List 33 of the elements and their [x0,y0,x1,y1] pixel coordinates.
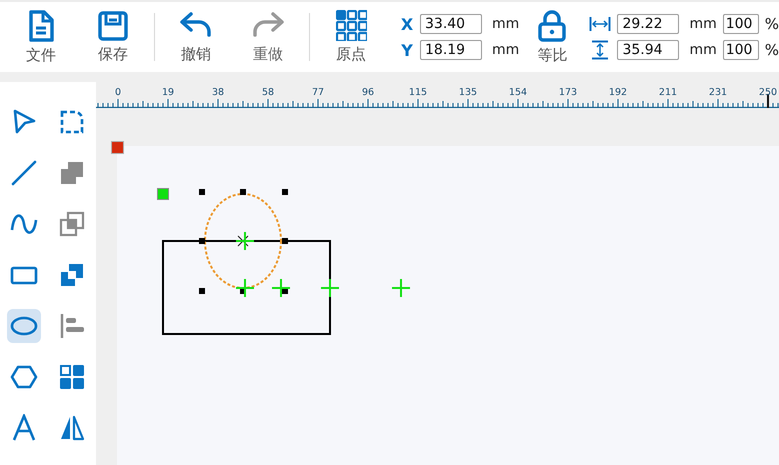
unit-label: mm [689,16,717,32]
ruler-label: 77 [312,87,324,98]
unit-label: mm [492,42,520,58]
coordinate-field[interactable]: 33.40 [420,14,482,34]
unit-label: mm [689,42,717,58]
ruler-label: 19 [162,87,174,98]
size-field[interactable]: 35.94 [617,40,680,60]
ruler-label: 250 [758,87,778,98]
ruler-label: 58 [262,87,274,98]
percent-field[interactable]: 100 [722,14,759,34]
proportional-lock-button[interactable]: 等比 [523,4,582,70]
coordinate-field[interactable]: 18.19 [420,40,482,60]
axis-label: X [400,14,414,34]
ruler-label: 38 [212,87,224,98]
ruler-label: 211 [658,87,678,98]
origin-button[interactable]: 原点 [315,4,387,70]
ruler-label: 0 [114,87,122,98]
percent-field[interactable]: 100 [722,40,759,60]
ruler-label: 96 [362,87,374,98]
percent-label: % [764,41,779,59]
ruler-label: 231 [708,87,728,98]
ruler-label: 115 [408,87,428,98]
ruler-label: 192 [608,87,628,98]
file-button[interactable]: 文件 [5,4,77,70]
unit-label: mm [492,16,520,32]
ruler-label: 135 [458,87,478,98]
axis-label: Y [400,40,414,60]
undo-button[interactable]: 撤销 [160,4,232,70]
size-field[interactable]: 29.22 [617,14,680,34]
percent-label: % [764,15,779,33]
ruler-label: 173 [558,87,578,98]
save-button[interactable]: 保存 [77,4,149,70]
ruler-label: 154 [508,87,528,98]
